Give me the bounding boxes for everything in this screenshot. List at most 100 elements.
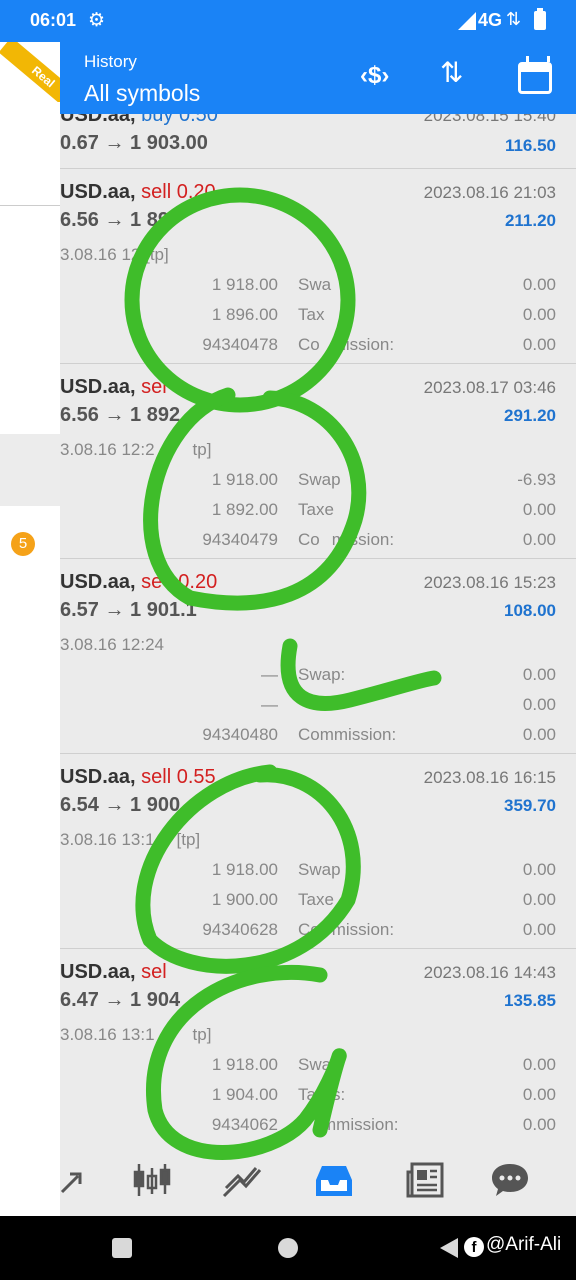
deal-prices: 6.47 → 1 904 xyxy=(60,989,181,1011)
deal-type-volume: sel xyxy=(141,961,167,983)
deal-open-date: 3.08.16 13:1 xyxy=(60,830,155,849)
deal-profit: 108.00 xyxy=(504,601,556,620)
deal-open-date: 3.08.16 12:2 xyxy=(60,440,155,459)
deal-tp: 1 900.00 xyxy=(211,890,278,909)
drawer-divider xyxy=(0,205,60,206)
back-button[interactable] xyxy=(440,1238,458,1258)
battery-icon xyxy=(534,8,546,30)
deal-row[interactable]: USD.aa, sell 0.20 2023.08.16 21:03 6.56 … xyxy=(60,169,576,364)
deal-ticket: 94340480 xyxy=(202,725,278,744)
status-bar: 06:01 ⚙ 4G ⇅ xyxy=(0,0,576,42)
deal-prices: 6.54 → 1 900 xyxy=(60,794,181,816)
calendar-icon[interactable] xyxy=(518,56,558,98)
deal-row[interactable]: USD.aa, sel 2023.08.16 14:43 6.47 → 1 90… xyxy=(60,949,576,1144)
deal-type-volume: se xyxy=(141,571,163,593)
swap-value: 0.00 xyxy=(522,860,556,879)
taxes-label: Taxe xyxy=(298,500,334,519)
side-drawer[interactable]: 5 xyxy=(0,42,60,1216)
taxes-label-tail: s: xyxy=(331,1085,346,1104)
chat-icon[interactable] xyxy=(488,1158,532,1202)
sort-icon[interactable]: ⇅ xyxy=(440,56,480,92)
deal-close-reason: tp] xyxy=(192,440,212,459)
deal-profit: 291.20 xyxy=(504,406,556,425)
commission-value: 0.00 xyxy=(522,530,556,549)
deal-profit: 116.50 xyxy=(504,136,556,155)
drawer-selected-item[interactable] xyxy=(0,434,60,506)
symbol-filter[interactable]: All symbols xyxy=(84,80,200,107)
commission-label: Co xyxy=(298,530,320,549)
deal-symbol: USD.aa, xyxy=(60,114,136,126)
deposit-withdrawal-icon[interactable]: ‹$› xyxy=(360,62,400,98)
network-type: 4G xyxy=(478,10,503,30)
commission-value: 0.00 xyxy=(522,1115,556,1134)
history-list[interactable]: USD.aa, buy 0.50 2023.08.15 15:40 0.67 →… xyxy=(60,114,576,1144)
deal-symbol: USD.aa, xyxy=(60,571,136,593)
home-button[interactable] xyxy=(278,1238,298,1258)
commission-label: Co xyxy=(298,335,320,354)
deal-prices: 6.56 → 1 89 xyxy=(60,209,169,231)
deal-ticket: 9434062 xyxy=(211,1115,278,1134)
signal-icon xyxy=(458,12,476,30)
commission-label: Co xyxy=(298,920,320,939)
deal-close-date: 2023.08.17 03:46 xyxy=(423,378,556,397)
deal-row[interactable]: USD.aa, se 0.20 2023.08.16 15:23 6.57 → 1… xyxy=(60,559,576,754)
trade-icon[interactable] xyxy=(54,1158,98,1202)
deal-volume: 0.20 xyxy=(178,571,218,593)
deal-tp: 1 904.00 xyxy=(211,1085,278,1104)
recents-button[interactable] xyxy=(112,1238,132,1258)
taxes-value: 0.00 xyxy=(522,695,556,714)
deal-tp: — xyxy=(261,695,278,714)
analytics-icon[interactable] xyxy=(220,1158,264,1202)
deal-type-volume: sel xyxy=(141,376,167,398)
taxes-label: Taxe xyxy=(298,890,334,909)
swap-label: Swap: xyxy=(298,665,346,684)
swap-value: -6.93 xyxy=(517,470,556,489)
commission-label-tail: mmission: xyxy=(322,1115,399,1134)
taxes-value: 0.00 xyxy=(522,890,556,909)
deal-row[interactable]: USD.aa, buy 0.50 2023.08.15 15:40 0.67 →… xyxy=(60,114,576,169)
deal-close-date: 2023.08.16 15:23 xyxy=(423,573,556,592)
commission-label-tail: mission: xyxy=(331,920,395,939)
deal-profit: 359.70 xyxy=(504,796,556,815)
commission-label-tail: mission: xyxy=(331,335,395,354)
deal-sl: — xyxy=(261,665,278,684)
mobile-data-icon: ⇅ xyxy=(506,9,522,29)
deal-sl: 1 918.00 xyxy=(211,470,278,489)
deal-row[interactable]: USD.aa, sell 0.55 2023.08.16 16:15 6.54 … xyxy=(60,754,576,949)
history-icon[interactable] xyxy=(312,1158,356,1202)
swap-value: 0.00 xyxy=(522,665,556,684)
taxes-label: Ta xyxy=(298,1085,316,1104)
deal-profit: 135.85 xyxy=(504,991,556,1010)
taxes-value: 0.00 xyxy=(522,305,556,324)
commission-value: 0.00 xyxy=(522,725,556,744)
deal-type-volume: buy 0.50 xyxy=(141,114,218,126)
swap-label: Swa xyxy=(298,275,332,294)
deal-type-volume: sell 0.55 xyxy=(141,766,216,788)
swap-label: Swap xyxy=(298,860,341,879)
deal-prices: 0.67 → 1 903.00 xyxy=(60,132,208,154)
taxes-value: 0.00 xyxy=(522,500,556,519)
deal-open-date: 3.08.16 12 xyxy=(60,245,141,264)
deal-sl: 1 918.00 xyxy=(211,860,278,879)
deal-row[interactable]: USD.aa, sel 2023.08.17 03:46 6.56 → 1 89… xyxy=(60,364,576,559)
commission-value: 0.00 xyxy=(522,920,556,939)
deal-ticket: 94340628 xyxy=(202,920,278,939)
taxes-value: 0.00 xyxy=(522,1085,556,1104)
swap-value: 0.00 xyxy=(522,1055,556,1074)
deal-ticket: 94340479 xyxy=(202,530,278,549)
page-title: History xyxy=(84,52,137,71)
deal-close-date: 2023.08.15 15:40 xyxy=(423,114,556,125)
deal-sl: 1 918.00 xyxy=(211,1055,278,1074)
deal-symbol: USD.aa, xyxy=(60,376,136,398)
chart-icon[interactable] xyxy=(130,1158,174,1202)
deal-sl: 1 918.00 xyxy=(211,275,278,294)
news-icon[interactable] xyxy=(404,1158,448,1202)
deal-ticket: 94340478 xyxy=(202,335,278,354)
commission-label: Commission: xyxy=(298,725,397,744)
facebook-icon: f xyxy=(464,1237,484,1257)
deal-symbol: USD.aa, xyxy=(60,766,136,788)
deal-prices: 6.57 → 1 901.1 xyxy=(60,599,197,621)
watermark-text: @Arif-Ali xyxy=(486,1234,562,1255)
deal-symbol: USD.aa, xyxy=(60,181,136,203)
deal-close-date: 2023.08.16 14:43 xyxy=(423,963,556,982)
